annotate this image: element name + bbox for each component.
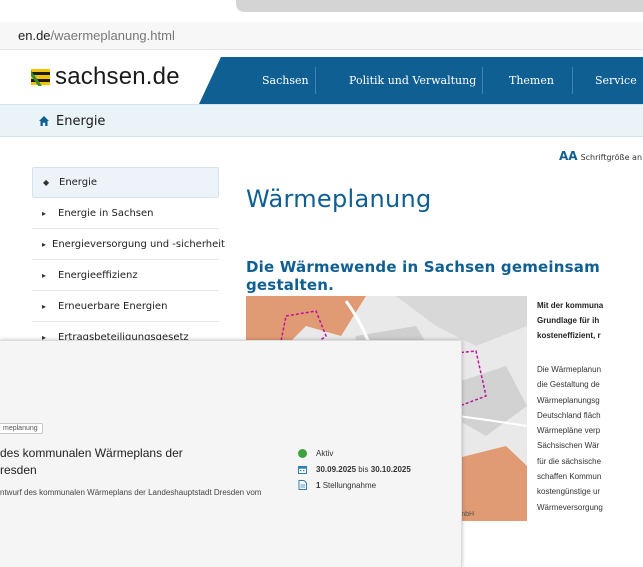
date-from: 30.09.2025 [316, 465, 357, 474]
nav-item-sachsen[interactable]: Sachsen [262, 57, 309, 104]
date-separator: bis [358, 465, 369, 474]
comments-row: 1 Stellungnahme [298, 480, 376, 490]
body-line: kostengünstige ur [537, 487, 601, 497]
chevron-right-icon: ▸ [42, 301, 47, 311]
sidebar-item-label: Energieeffizienz [58, 269, 138, 281]
status-active-icon [298, 449, 307, 458]
site-logo[interactable]: sachsen.de [31, 63, 180, 91]
status-row: Aktiv [298, 449, 333, 458]
body-line: Deutschland fläch [537, 410, 601, 420]
comments-label: Stellungnahme [322, 480, 377, 490]
page-title: Wärmeplanung [246, 185, 432, 213]
nav-item-service[interactable]: Service [595, 57, 637, 104]
sidebar-item-energieeffizienz[interactable]: ▸ Energieeffizienz [32, 260, 219, 291]
sidebar-item-energieversorgung[interactable]: ▸ Energieversorgung und -sicherheit [32, 229, 225, 260]
intro-line: Mit der kommuna [537, 301, 604, 310]
intro-line: Grundlage für ih [537, 316, 600, 325]
breadcrumb: Energie [0, 104, 643, 137]
date-range-row: 30.09.2025 bis 30.10.2025 [298, 465, 411, 474]
body-line: Die Wärmeplanun [537, 365, 602, 374]
breadcrumb-label[interactable]: Energie [56, 114, 105, 129]
nav-item-politik[interactable]: Politik und Verwaltung [349, 57, 476, 104]
participation-card[interactable]: meplanung des kommunalen Wärmeplans der … [0, 340, 462, 567]
nav-divider [482, 67, 483, 94]
url-host: en.de [18, 28, 51, 43]
sidebar-item-label: Erneuerbare Energien [58, 300, 168, 312]
main-navigation: Sachsen Politik und Verwaltung Themen Se… [232, 57, 643, 104]
address-bar[interactable]: en.de/waermeplanung.html [0, 22, 643, 50]
date-to: 30.10.2025 [370, 465, 411, 474]
site-header: sachsen.de Sachsen Politik und Verwaltun… [0, 51, 643, 104]
sidebar-item-energie-in-sachsen[interactable]: ▸ Energie in Sachsen [32, 198, 219, 229]
browser-tab-strip [0, 0, 643, 22]
intro-line: kosteneffizient, r [537, 331, 601, 340]
browser-tab[interactable] [236, 0, 643, 12]
sidebar-item-energie[interactable]: ◆ Energie [32, 167, 219, 198]
body-line: Wärmepläne verp [537, 426, 601, 436]
home-icon[interactable] [38, 115, 50, 127]
sidebar-navigation: ◆ Energie ▸ Energie in Sachsen ▸ Energie… [32, 167, 225, 353]
body-line: Wärmeversorgung [537, 502, 603, 512]
body-line: Sächsischen Wär [537, 441, 600, 451]
chevron-right-icon: ▸ [42, 239, 47, 249]
saxony-flag-icon [31, 68, 50, 86]
url-path: /waermeplanung.html [50, 28, 175, 43]
diamond-bullet-icon: ◆ [43, 178, 50, 187]
font-size-label: Schriftgröße an [580, 153, 643, 162]
nav-divider [315, 67, 316, 94]
chevron-right-icon: ▸ [42, 270, 47, 280]
body-line: Wärmeplanungsg [537, 395, 600, 405]
sidebar-item-label: Energie in Sachsen [58, 207, 154, 219]
sidebar-item-erneuerbare-energien[interactable]: ▸ Erneuerbare Energien [32, 291, 219, 322]
nav-item-themen[interactable]: Themen [509, 57, 554, 104]
body-line: für die sächsische [537, 456, 602, 466]
body-line: die Gestaltung de [537, 380, 600, 390]
category-badge: meplanung [0, 423, 43, 434]
card-title[interactable]: des kommunalen Wärmeplans der resden [0, 445, 260, 479]
body-line: schaffen Kommun [537, 472, 602, 482]
calendar-icon [298, 466, 307, 474]
card-description: ntwurf des kommunalen Wärmeplans der Lan… [0, 488, 262, 497]
intro-bold-text: Mit der kommuna Grundlage für ih kostene… [537, 298, 643, 343]
url-text[interactable]: en.de/waermeplanung.html [18, 28, 175, 43]
sidebar-item-label: Energieversorgung und -sicherheit [52, 238, 225, 250]
font-size-icon: AA [559, 149, 578, 163]
document-icon [298, 480, 307, 490]
status-label: Aktiv [316, 449, 334, 458]
nav-divider [572, 67, 573, 94]
body-text: Die Wärmeplanun die Gestaltung de Wärmep… [537, 362, 643, 515]
sidebar-item-label: Energie [59, 177, 98, 188]
chevron-right-icon: ▸ [42, 208, 47, 218]
logo-text: sachsen.de [55, 63, 180, 90]
comments-count: 1 [316, 480, 321, 490]
font-size-control[interactable]: AA Schriftgröße an [559, 149, 642, 163]
section-subtitle: Die Wärmewende in Sachsen gemeinsam gest… [246, 258, 600, 294]
